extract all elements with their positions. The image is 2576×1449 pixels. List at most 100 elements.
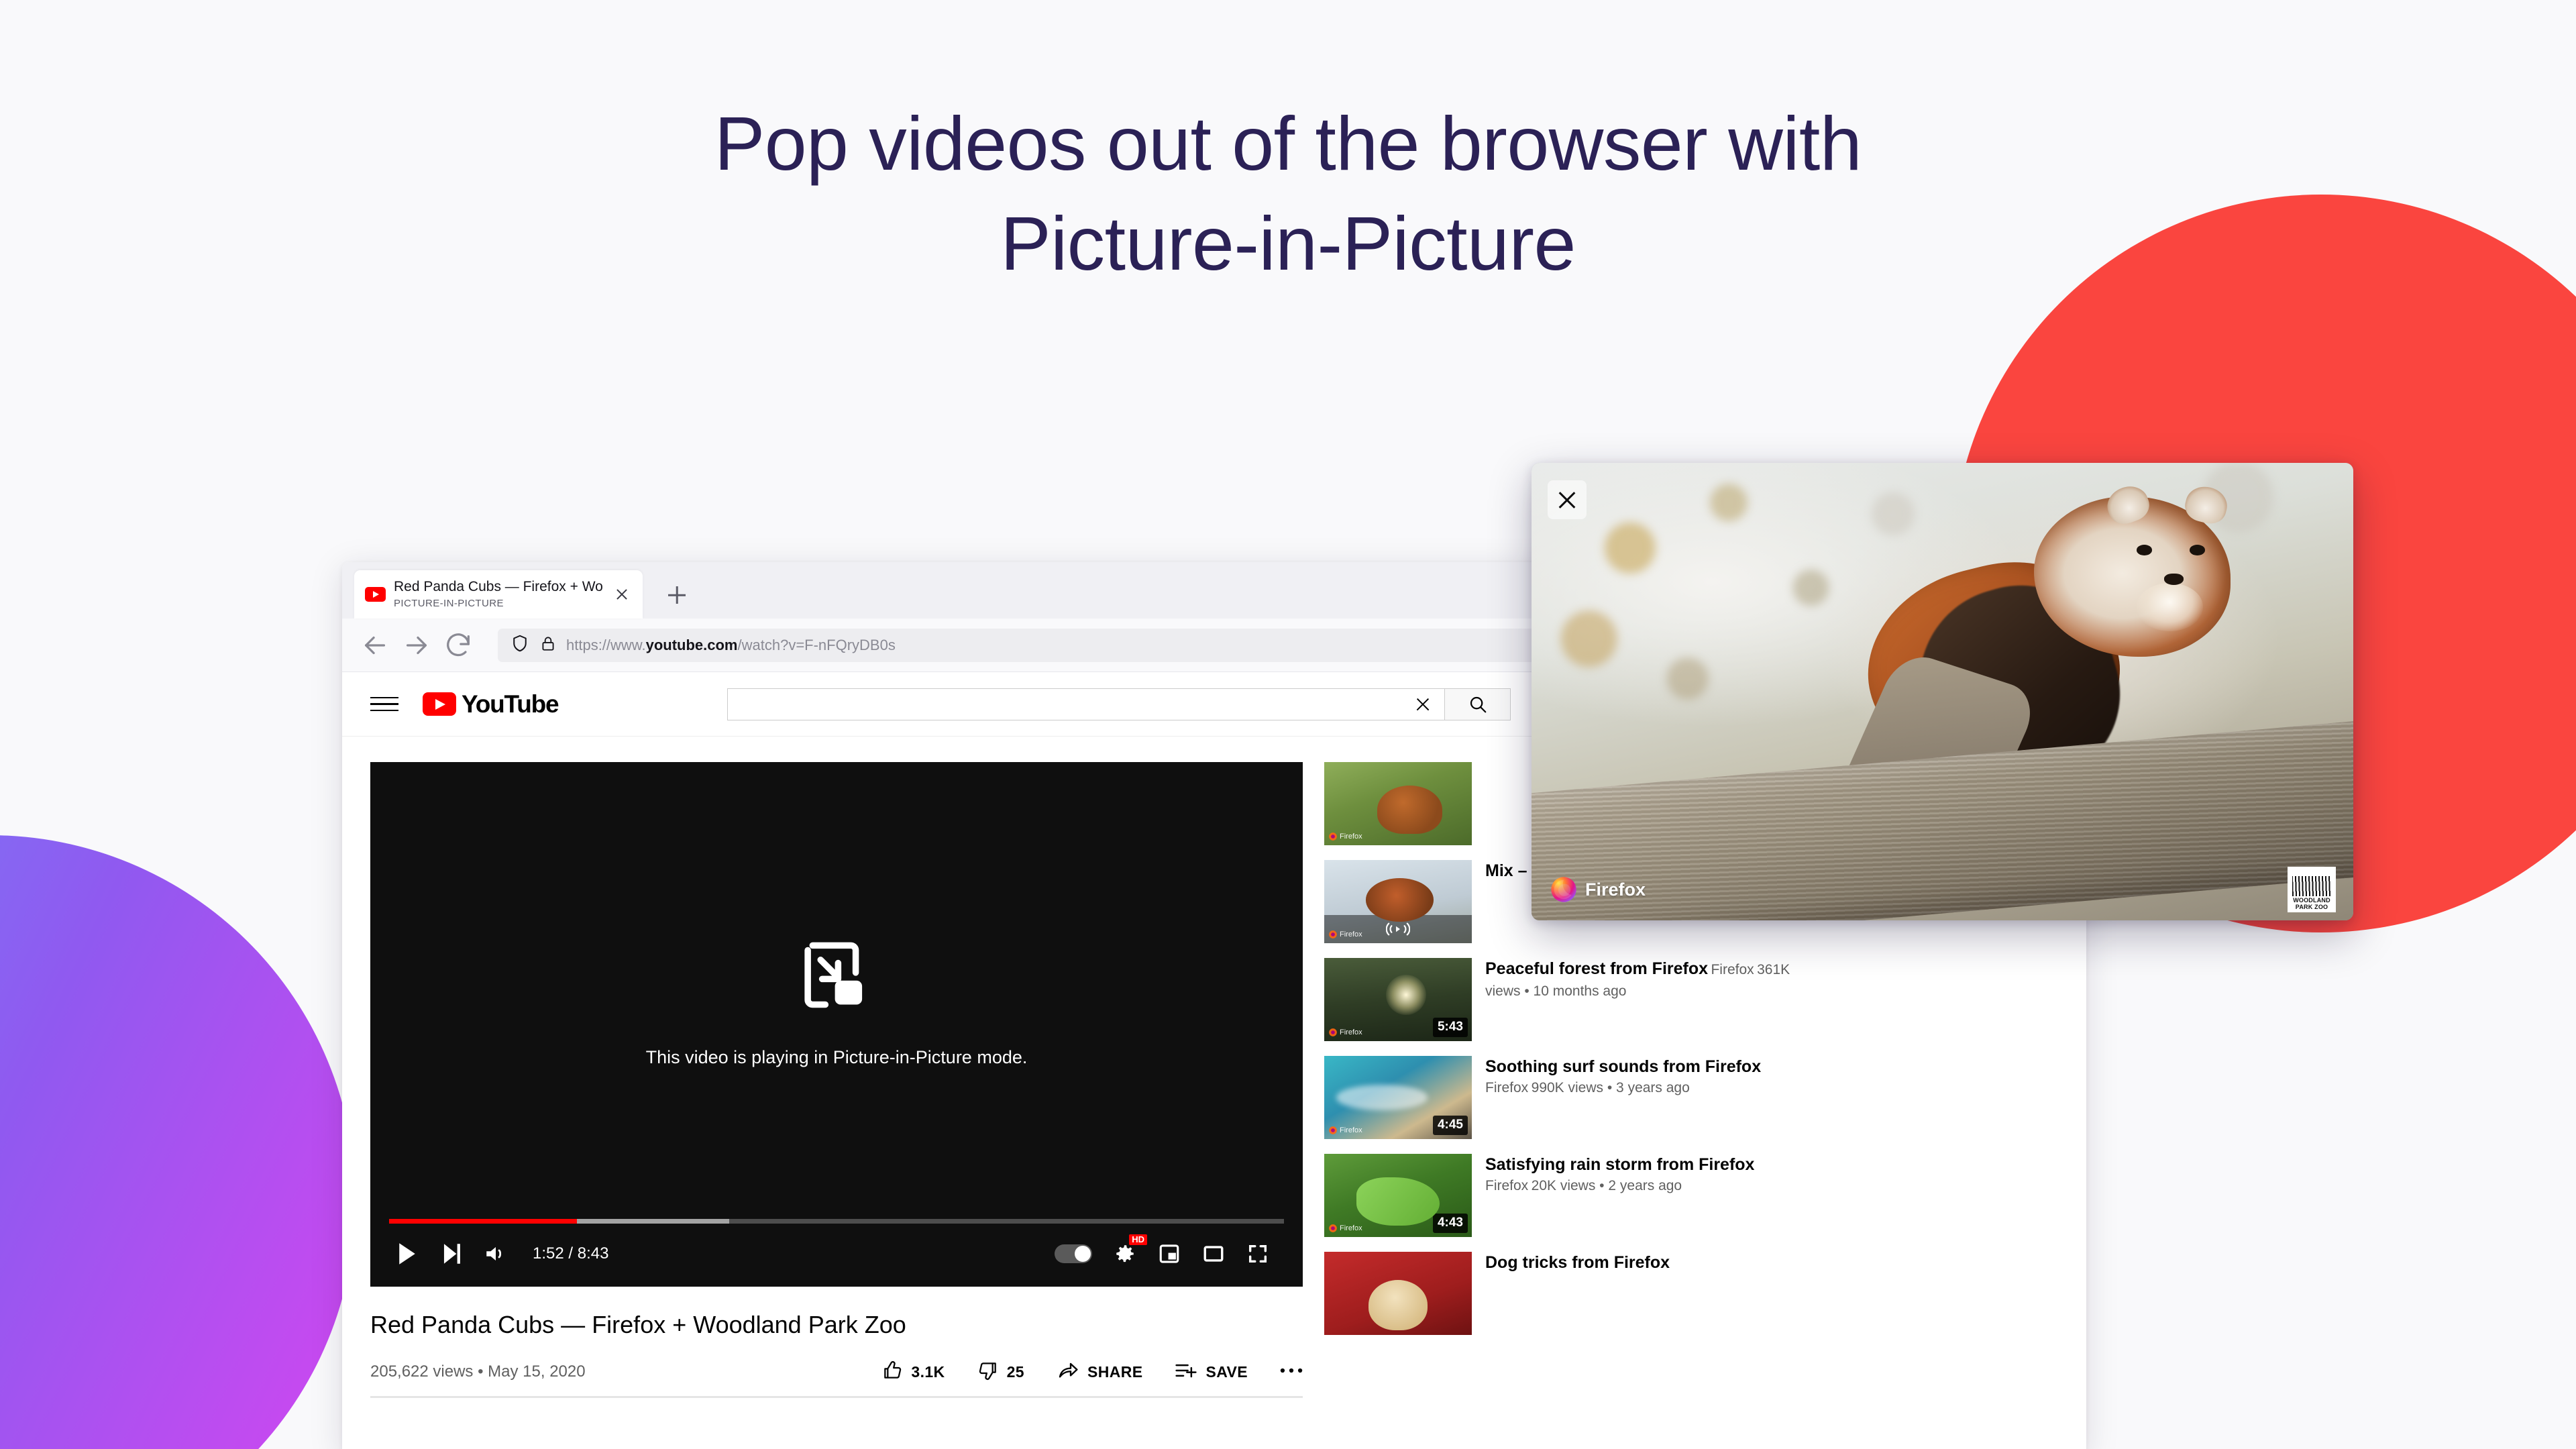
list-item-title: Satisfying rain storm from Firefox <box>1485 1155 1755 1174</box>
list-item[interactable]: 4:45 Firefox Soothing surf sounds from F… <box>1324 1056 1794 1139</box>
watermark-label: Firefox <box>1340 1224 1362 1232</box>
share-button[interactable]: SHARE <box>1057 1360 1143 1385</box>
list-item-title: Peaceful forest from Firefox <box>1485 959 1709 978</box>
reload-icon[interactable] <box>443 630 474 661</box>
page-title-line-1: Pop videos out of the browser with <box>714 101 1862 186</box>
panda-eye-right <box>2189 545 2206 555</box>
save-button[interactable]: SAVE <box>1175 1360 1248 1384</box>
list-item-info: Dog tricks from Firefox <box>1472 1252 1794 1335</box>
thumbs-up-icon <box>881 1360 903 1385</box>
tab-title: Red Panda Cubs — Firefox + Wo <box>394 579 603 595</box>
video-thumbnail <box>1324 1252 1472 1335</box>
list-item-title: Dog tricks from Firefox <box>1485 1253 1670 1272</box>
zoo-logo-mark <box>2292 876 2331 897</box>
youtube-logo[interactable]: YouTube <box>423 690 559 718</box>
volume-icon[interactable] <box>478 1236 514 1272</box>
watermark-label: Firefox <box>1340 1126 1362 1134</box>
search-group <box>727 688 1511 720</box>
url-text: https://www.youtube.com/watch?v=F-nFQryD… <box>566 637 896 654</box>
new-tab-button[interactable] <box>657 576 696 614</box>
video-thumbnail: Firefox <box>1324 860 1472 943</box>
forward-arrow-icon[interactable] <box>401 630 432 661</box>
list-item-stats: 20K views • 2 years ago <box>1531 1178 1682 1193</box>
watermark-label: Firefox <box>1340 833 1362 841</box>
search-clear-icon[interactable] <box>1409 691 1436 718</box>
video-view-count: 205,622 views • May 15, 2020 <box>370 1362 586 1381</box>
youtube-favicon-icon <box>365 587 386 602</box>
like-ratio-bar <box>370 1395 1303 1398</box>
gear-icon[interactable]: HD <box>1107 1234 1147 1272</box>
search-input[interactable] <box>739 695 1410 713</box>
list-item[interactable]: 4:43 Firefox Satisfying rain storm from … <box>1324 1154 1794 1237</box>
video-duration: 5:43 <box>1432 1018 1468 1037</box>
video-title: Red Panda Cubs — Firefox + Woodland Park… <box>370 1311 906 1338</box>
firefox-watermark: Firefox <box>1328 1028 1362 1037</box>
firefox-watermark: Firefox <box>1328 1224 1362 1233</box>
firefox-logo: Firefox <box>1549 875 1646 904</box>
like-count: 3.1K <box>911 1362 945 1381</box>
player-time-display: 1:52 / 8:43 <box>533 1244 609 1263</box>
back-arrow-icon[interactable] <box>360 630 390 661</box>
panda-muzzle <box>2136 583 2204 631</box>
page-title-line-2: Picture-in-Picture <box>1000 201 1576 286</box>
picture-in-picture-icon <box>803 941 870 1018</box>
list-item[interactable]: 5:43 Firefox Peaceful forest from Firefo… <box>1324 958 1794 1041</box>
more-horizontal-icon <box>1280 1366 1303 1379</box>
autoplay-toggle[interactable] <box>1055 1244 1092 1263</box>
theater-mode-icon[interactable] <box>1195 1236 1232 1272</box>
pip-close-icon[interactable] <box>1548 480 1587 519</box>
video-thumbnail: 4:43 Firefox <box>1324 1154 1472 1237</box>
list-item-info: Soothing surf sounds from Firefox Firefo… <box>1472 1056 1794 1139</box>
youtube-play-icon <box>423 692 456 716</box>
watermark-label: Firefox <box>1340 1028 1362 1036</box>
firefox-watermark: Firefox <box>1328 930 1362 939</box>
lock-icon[interactable] <box>539 635 557 655</box>
shield-icon[interactable] <box>510 633 530 657</box>
video-duration: 4:45 <box>1432 1116 1468 1135</box>
firefox-watermark-label: Firefox <box>1585 879 1646 900</box>
progress-bar[interactable] <box>389 1219 1284 1224</box>
play-icon[interactable] <box>389 1236 425 1272</box>
pip-notice-text: This video is playing in Picture-in-Pict… <box>645 1047 1028 1067</box>
save-label: SAVE <box>1205 1362 1248 1381</box>
primary-column: This video is playing in Picture-in-Pict… <box>370 762 1303 1398</box>
close-icon[interactable] <box>610 583 633 606</box>
progress-played <box>389 1219 578 1224</box>
more-options-button[interactable] <box>1280 1366 1303 1379</box>
zoo-logo-line-2: PARK ZOO <box>2295 903 2328 910</box>
tab-text-group: Red Panda Cubs — Firefox + Wo PICTURE-IN… <box>394 578 625 610</box>
dislike-button[interactable]: 25 <box>977 1360 1024 1385</box>
page-title: Pop videos out of the browser with Pictu… <box>0 94 2576 294</box>
url-path: /watch?v=F-nFQryDB0s <box>737 636 896 653</box>
list-item-channel: Firefox <box>1485 1080 1529 1095</box>
browser-tab[interactable]: Red Panda Cubs — Firefox + Wo PICTURE-IN… <box>354 570 643 619</box>
decorative-gradient-circle <box>0 835 356 1449</box>
video-duration: 4:43 <box>1432 1214 1468 1233</box>
pip-bottom-bar: Firefox <box>1532 859 2353 920</box>
url-domain: youtube.com <box>645 636 738 653</box>
list-item[interactable]: Dog tricks from Firefox <box>1324 1252 1794 1335</box>
list-item-info: Peaceful forest from Firefox Firefox 361… <box>1472 958 1794 1041</box>
search-box[interactable] <box>727 688 1446 720</box>
video-thumbnail: Firefox <box>1324 762 1472 845</box>
thumbs-down-icon <box>977 1360 999 1385</box>
next-track-icon[interactable] <box>433 1236 470 1272</box>
quality-badge: HD <box>1129 1234 1147 1246</box>
watermark-label: Firefox <box>1340 930 1362 938</box>
miniplayer-icon[interactable] <box>1151 1236 1187 1272</box>
player-buttons-row: 1:52 / 8:43 HD <box>389 1230 1284 1277</box>
share-label: SHARE <box>1087 1362 1143 1381</box>
woodland-park-zoo-logo: WOODLAND PARK ZOO <box>2288 867 2336 912</box>
player-control-bar: 1:52 / 8:43 HD <box>370 1219 1303 1287</box>
url-prefix: https://www. <box>566 636 646 653</box>
picture-in-picture-window[interactable]: Firefox WOODLAND PARK ZOO <box>1532 463 2353 920</box>
hamburger-icon[interactable] <box>370 692 398 716</box>
search-submit-button[interactable] <box>1445 688 1511 720</box>
pip-notice: This video is playing in Picture-in-Pict… <box>370 762 1303 1287</box>
tab-pip-badge: PICTURE-IN-PICTURE <box>394 597 504 609</box>
list-item-channel: Firefox <box>1711 962 1754 977</box>
video-player[interactable]: This video is playing in Picture-in-Pict… <box>370 762 1303 1287</box>
dislike-count: 25 <box>1006 1362 1024 1381</box>
like-button[interactable]: 3.1K <box>881 1360 945 1385</box>
fullscreen-icon[interactable] <box>1240 1236 1276 1272</box>
